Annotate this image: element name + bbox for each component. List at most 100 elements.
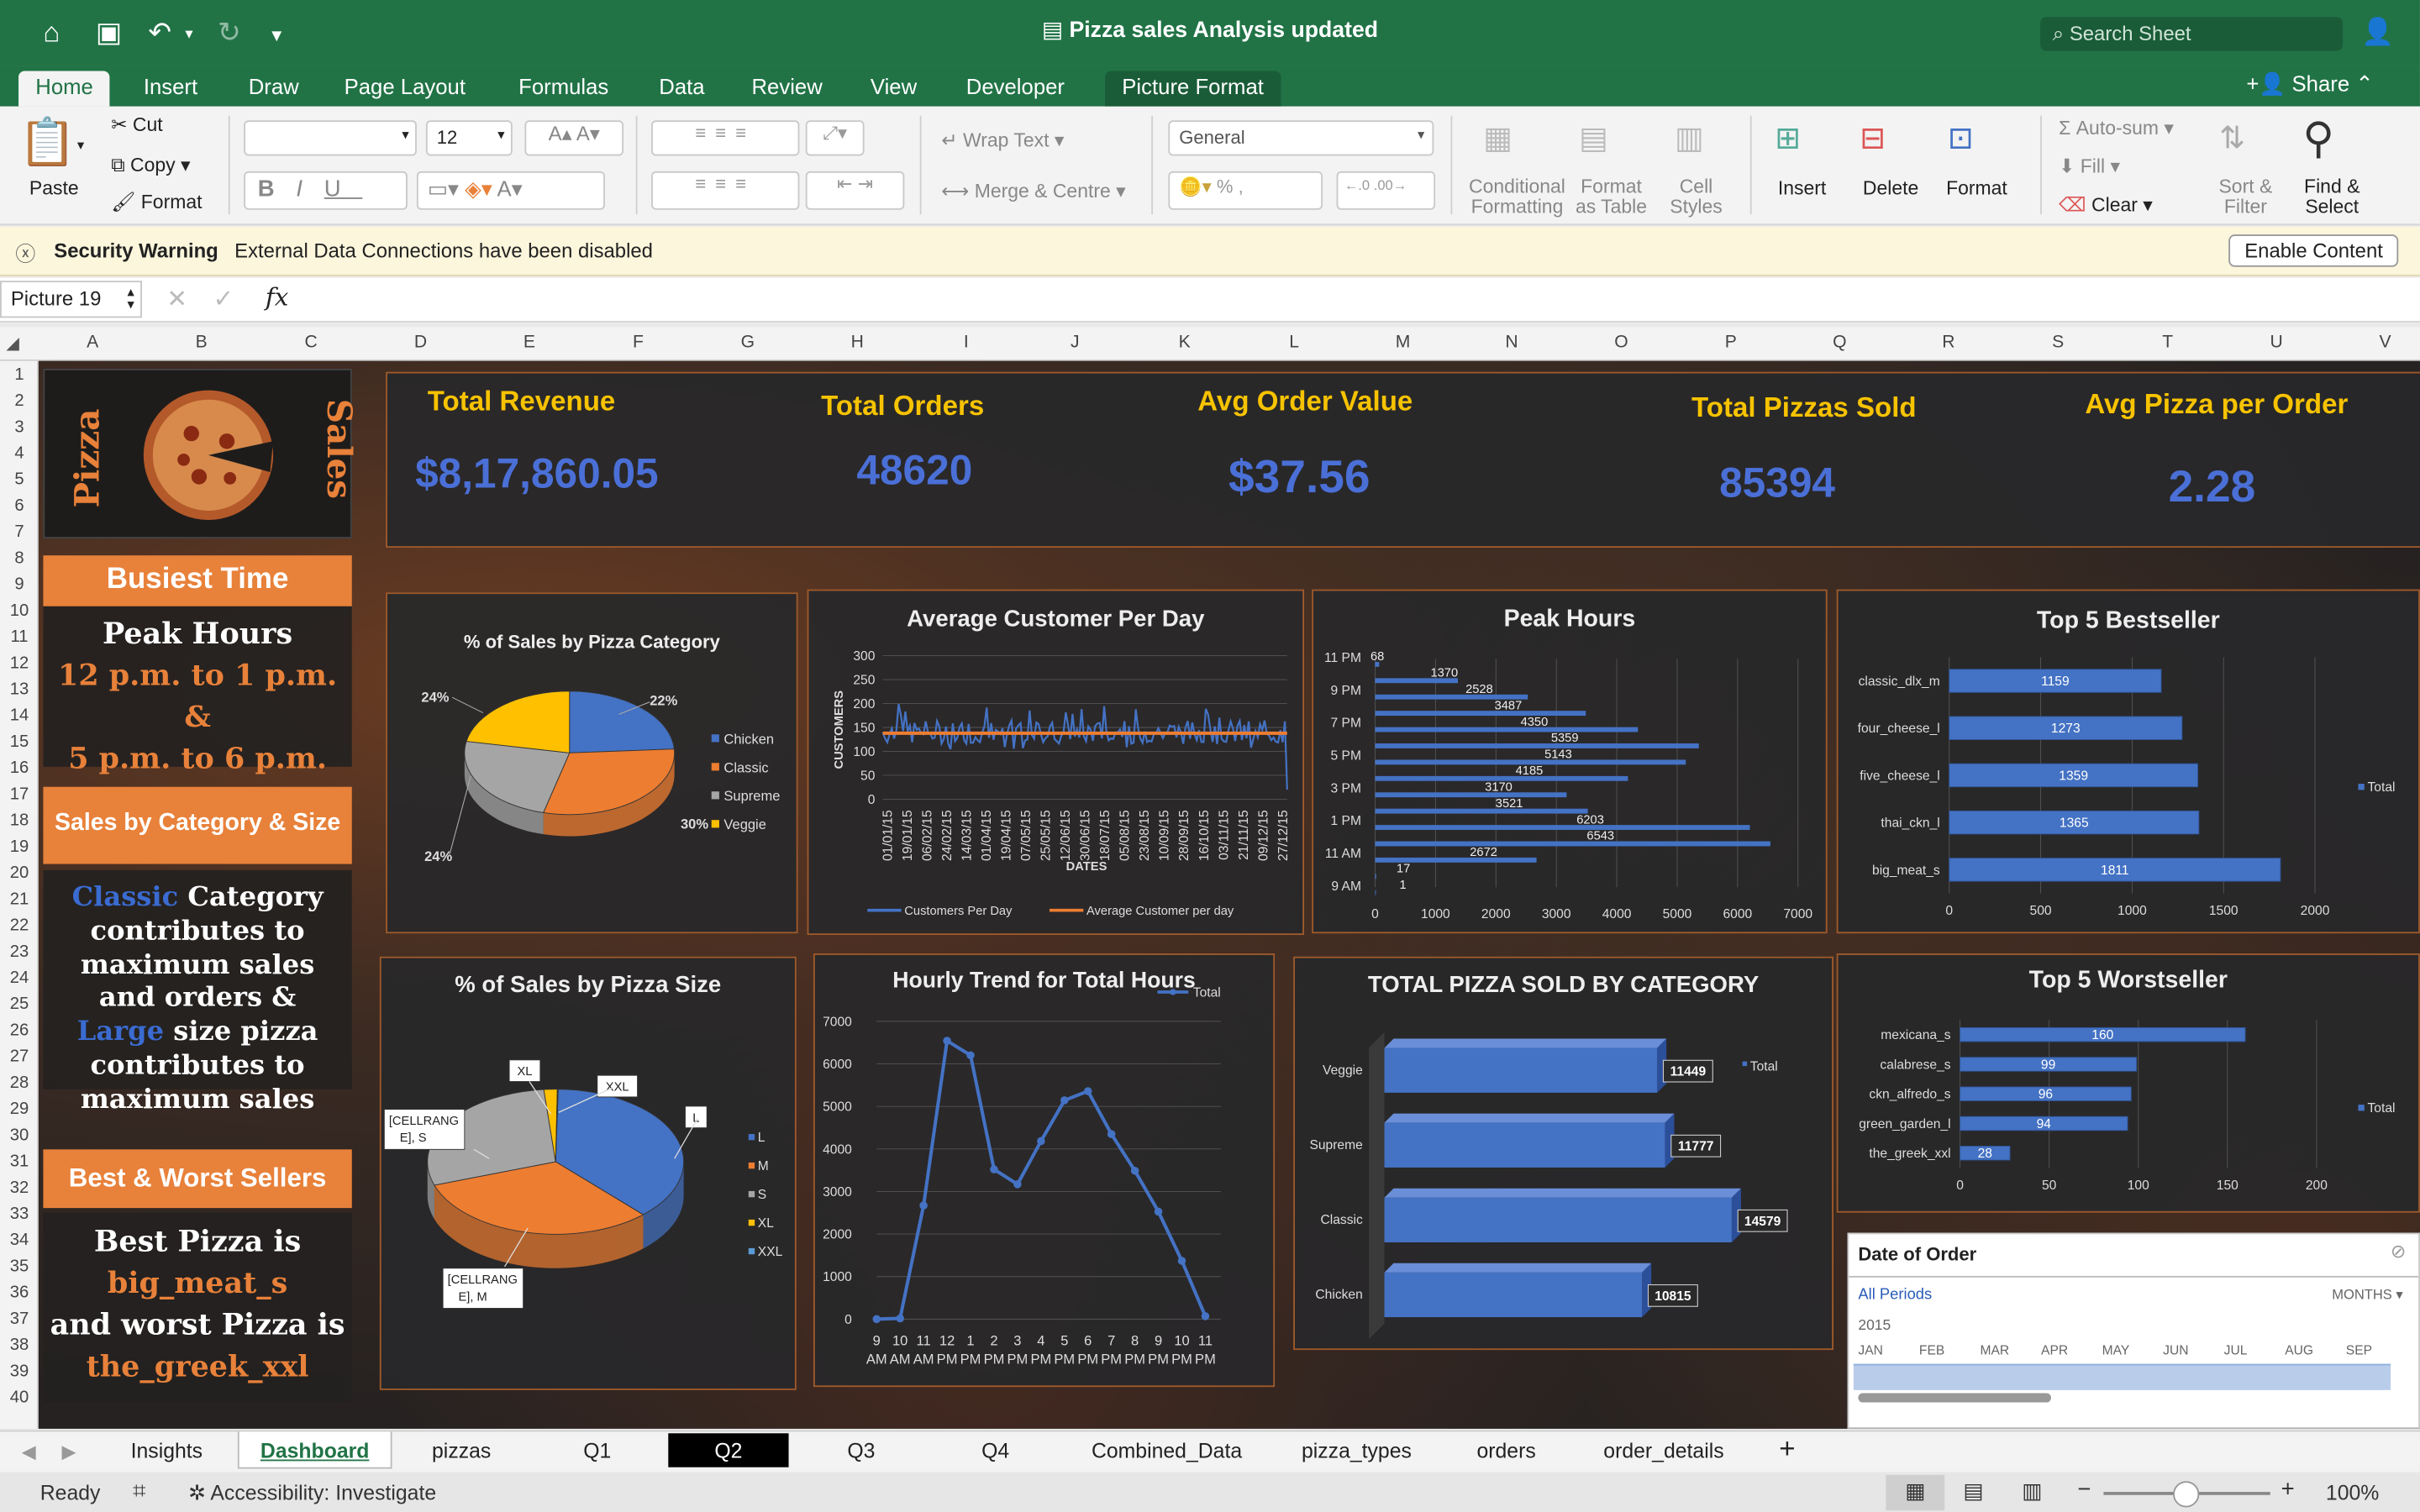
- align-left-icon[interactable]: ≡: [695, 173, 715, 195]
- underline-icon[interactable]: U: [324, 176, 363, 202]
- column-header[interactable]: U: [2223, 333, 2331, 352]
- delete-cells-button[interactable]: Delete: [1863, 177, 1918, 199]
- top5-bestseller-chart[interactable]: Top 5 Bestseller 0 500 1000 1500 2000 1159 cla…: [1836, 589, 2420, 934]
- borders-icon[interactable]: ▭▾: [428, 176, 465, 200]
- row-header[interactable]: 29: [0, 1100, 39, 1119]
- row-header[interactable]: 23: [0, 942, 39, 961]
- orientation-button[interactable]: ⤢▾: [805, 120, 865, 156]
- row-header[interactable]: 24: [0, 969, 39, 987]
- slicer-month-label[interactable]: JUL: [2224, 1342, 2248, 1357]
- row-header[interactable]: 15: [0, 732, 39, 751]
- shrink-font-icon[interactable]: A▾: [576, 122, 600, 145]
- column-header[interactable]: B: [146, 333, 255, 352]
- row-header[interactable]: 36: [0, 1284, 39, 1302]
- row-header[interactable]: 32: [0, 1179, 39, 1197]
- copy-button[interactable]: ⧉ Copy ▾: [111, 153, 190, 177]
- row-header[interactable]: 25: [0, 995, 39, 1014]
- font-size-grow-shrink[interactable]: A▴ A▾: [524, 120, 624, 156]
- sheet-tab-combined-data[interactable]: Combined_Data: [1068, 1440, 1265, 1463]
- column-header[interactable]: E: [476, 333, 584, 352]
- fill-color-icon[interactable]: ◈▾: [465, 176, 497, 200]
- tab-picture-format[interactable]: Picture Format: [1105, 71, 1281, 107]
- column-header[interactable]: K: [1129, 333, 1239, 352]
- date-of-order-slicer[interactable]: Date of Order ⊘ All Periods MONTHS ▾ 201…: [1847, 1232, 2420, 1429]
- row-header[interactable]: 17: [0, 785, 39, 804]
- row-header[interactable]: 21: [0, 890, 39, 909]
- slicer-month-label[interactable]: JUN: [2163, 1342, 2188, 1357]
- row-header[interactable]: 3: [0, 418, 39, 437]
- tab-insert[interactable]: Insert: [127, 71, 215, 106]
- formula-input[interactable]: [308, 286, 2407, 317]
- slicer-month-label[interactable]: SEP: [2346, 1342, 2372, 1357]
- row-header[interactable]: 7: [0, 523, 39, 542]
- customers-line-chart[interactable]: Average Customer Per Day 0 50 100 150 200 250…: [807, 589, 1305, 936]
- comma-icon[interactable]: ,: [1239, 176, 1244, 197]
- column-header[interactable]: O: [1566, 333, 1676, 352]
- name-box-stepper-icon[interactable]: ▴ ▾: [127, 285, 134, 311]
- column-header[interactable]: J: [1020, 333, 1129, 352]
- top5-worstseller-chart[interactable]: Top 5 Worstseller 0 50 100 150 200 160 mexican…: [1836, 953, 2420, 1213]
- page-layout-view-icon[interactable]: ▤: [1963, 1478, 1983, 1504]
- clear-button[interactable]: ⌫ Clear ▾: [2059, 193, 2153, 216]
- row-header[interactable]: 12: [0, 654, 39, 673]
- row-header[interactable]: 31: [0, 1152, 39, 1171]
- autosum-button[interactable]: Σ Auto-sum ▾: [2059, 116, 2174, 139]
- row-header[interactable]: 30: [0, 1126, 39, 1145]
- row-header[interactable]: 16: [0, 759, 39, 778]
- paste-icon[interactable]: 📋: [18, 116, 76, 170]
- tab-formulas[interactable]: Formulas: [502, 71, 626, 106]
- row-header[interactable]: 18: [0, 811, 39, 830]
- sort-filter-button[interactable]: Sort & Filter: [2210, 176, 2281, 218]
- row-header[interactable]: 34: [0, 1231, 39, 1250]
- macro-record-icon[interactable]: ⌗: [133, 1478, 146, 1504]
- percent-icon[interactable]: %: [1217, 176, 1239, 197]
- row-header[interactable]: 28: [0, 1074, 39, 1092]
- collapse-ribbon-icon[interactable]: ⌃: [2355, 71, 2374, 95]
- row-header[interactable]: 39: [0, 1362, 39, 1381]
- zoom-slider-thumb[interactable]: [2173, 1481, 2200, 1508]
- row-header[interactable]: 6: [0, 496, 39, 515]
- cut-button[interactable]: ✂ Cut: [111, 113, 162, 136]
- column-header[interactable]: A: [39, 333, 147, 352]
- slicer-month-label[interactable]: JAN: [1858, 1342, 1883, 1357]
- clear-filter-icon[interactable]: ⊘: [2391, 1241, 2406, 1263]
- scroll-left-icon[interactable]: ◀: [22, 1441, 36, 1462]
- align-right-icon[interactable]: ≡: [735, 173, 755, 195]
- search-sheet-input[interactable]: ⌕ Search Sheet: [2040, 17, 2344, 51]
- row-header[interactable]: 40: [0, 1389, 39, 1407]
- row-header[interactable]: 9: [0, 575, 39, 594]
- row-header[interactable]: 33: [0, 1205, 39, 1223]
- horizontal-align-buttons[interactable]: ≡≡≡: [651, 171, 800, 210]
- add-sheet-icon[interactable]: +: [1772, 1433, 1803, 1466]
- category-pie-chart[interactable]: % of Sales by Pizza Category 22% 30% 24% 24…: [386, 592, 798, 934]
- column-header[interactable]: I: [912, 333, 1020, 352]
- format-painter-button[interactable]: 🖌 Format: [111, 192, 202, 215]
- sheet-tab-q1[interactable]: Q1: [534, 1440, 660, 1463]
- column-header[interactable]: L: [1239, 333, 1349, 352]
- decrease-indent-icon[interactable]: ⇤: [837, 173, 852, 195]
- column-header[interactable]: C: [256, 333, 366, 352]
- slicer-all-periods[interactable]: All Periods: [1858, 1287, 1932, 1304]
- currency-icon[interactable]: 🪙▾: [1179, 176, 1217, 197]
- column-header[interactable]: V: [2330, 333, 2420, 352]
- italic-icon[interactable]: I: [296, 176, 324, 202]
- conditional-formatting-button[interactable]: Conditional Formatting: [1466, 176, 1568, 218]
- column-header[interactable]: T: [2112, 333, 2222, 352]
- row-header[interactable]: 26: [0, 1021, 39, 1040]
- font-size-select[interactable]: 12 ▾: [425, 120, 513, 156]
- enable-content-button[interactable]: Enable Content: [2228, 234, 2399, 267]
- column-header[interactable]: H: [802, 333, 912, 352]
- cancel-icon[interactable]: ✕: [166, 284, 187, 315]
- merge-centre-button[interactable]: ⟷ Merge & Centre ▾: [941, 179, 1125, 202]
- slicer-month-label[interactable]: MAY: [2102, 1342, 2130, 1357]
- paste-button[interactable]: Paste: [29, 177, 79, 199]
- column-header[interactable]: Q: [1786, 333, 1894, 352]
- share-button[interactable]: +👤 Share ⌃: [2246, 71, 2373, 97]
- zoom-level[interactable]: 100%: [2326, 1481, 2379, 1504]
- account-icon[interactable]: 👤: [2361, 17, 2394, 48]
- sheet-tab-dashboard[interactable]: Dashboard: [237, 1431, 392, 1469]
- close-warning-icon[interactable]: ⓧ: [15, 238, 35, 267]
- column-header[interactable]: D: [366, 333, 475, 352]
- row-header[interactable]: 19: [0, 837, 39, 856]
- row-header[interactable]: 13: [0, 680, 39, 699]
